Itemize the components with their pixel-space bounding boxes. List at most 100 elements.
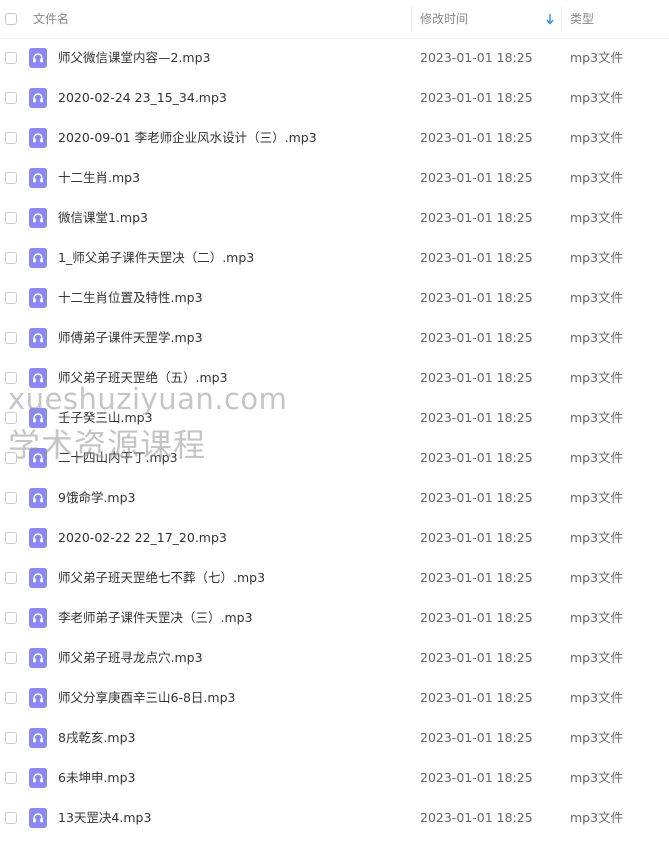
row-checkbox[interactable] <box>5 492 17 504</box>
file-name[interactable]: 2020-09-01 李老师企业风水设计（三）.mp3 <box>58 118 317 158</box>
file-modified-time: 2023-01-01 18:25 <box>420 690 533 705</box>
row-checkbox[interactable] <box>5 612 17 624</box>
file-modified-time: 2023-01-01 18:25 <box>420 610 533 625</box>
column-divider[interactable] <box>561 6 562 32</box>
file-row[interactable]: 师父分享庚酉辛三山6-8日.mp3 2023-01-01 18:25 mp3文件 <box>0 678 669 718</box>
file-name[interactable]: 师父弟子班天罡绝（五）.mp3 <box>58 358 228 398</box>
column-header-filename[interactable]: 文件名 <box>33 0 69 38</box>
file-name[interactable]: 微信课堂1.mp3 <box>58 198 148 238</box>
audio-file-icon <box>29 328 47 348</box>
file-type: mp3文件 <box>570 610 624 625</box>
file-name[interactable]: 十二生肖位置及特性.mp3 <box>58 278 203 318</box>
file-name[interactable]: 师父微信课堂内容—2.mp3 <box>58 38 211 78</box>
file-type: mp3文件 <box>570 770 624 785</box>
file-name[interactable]: 壬子癸三山.mp3 <box>58 398 153 438</box>
file-row[interactable]: 9饿命学.mp3 2023-01-01 18:25 mp3文件 <box>0 478 669 518</box>
file-row[interactable]: 2020-02-24 23_15_34.mp3 2023-01-01 18:25 m… <box>0 78 669 118</box>
audio-file-icon <box>29 128 47 148</box>
row-checkbox[interactable] <box>5 812 17 824</box>
file-name[interactable]: 8戌乾亥.mp3 <box>58 718 136 758</box>
file-modified-time: 2023-01-01 18:25 <box>420 90 533 105</box>
file-row[interactable]: 师傅弟子课件天罡学.mp3 2023-01-01 18:25 mp3文件 <box>0 318 669 358</box>
file-type: mp3文件 <box>570 130 624 145</box>
audio-file-icon <box>29 768 47 788</box>
row-checkbox[interactable] <box>5 452 17 464</box>
file-row[interactable]: 师父弟子班天罡绝（五）.mp3 2023-01-01 18:25 mp3文件 <box>0 358 669 398</box>
file-name[interactable]: 2020-02-24 23_15_34.mp3 <box>58 78 227 118</box>
file-row[interactable]: 师父弟子班天罡绝七不葬（七）.mp3 2023-01-01 18:25 mp3文件 <box>0 558 669 598</box>
file-modified-time: 2023-01-01 18:25 <box>420 450 533 465</box>
file-name[interactable]: 李老师弟子课件天罡决（三）.mp3 <box>58 598 253 638</box>
row-checkbox[interactable] <box>5 172 17 184</box>
file-name[interactable]: 13天罡决4.mp3 <box>58 798 151 838</box>
sort-down-arrow-icon[interactable] <box>546 13 554 25</box>
audio-file-icon <box>29 488 47 508</box>
file-row[interactable]: 师父弟子班寻龙点穴.mp3 2023-01-01 18:25 mp3文件 <box>0 638 669 678</box>
file-row[interactable]: 壬子癸三山.mp3 2023-01-01 18:25 mp3文件 <box>0 398 669 438</box>
file-name[interactable]: 6未坤申.mp3 <box>58 758 136 798</box>
row-checkbox[interactable] <box>5 692 17 704</box>
file-type: mp3文件 <box>570 570 624 585</box>
row-checkbox[interactable] <box>5 132 17 144</box>
row-checkbox[interactable] <box>5 212 17 224</box>
row-checkbox[interactable] <box>5 52 17 64</box>
file-modified-time: 2023-01-01 18:25 <box>420 530 533 545</box>
row-checkbox[interactable] <box>5 252 17 264</box>
file-modified-time: 2023-01-01 18:25 <box>420 130 533 145</box>
file-row[interactable]: 十二生肖.mp3 2023-01-01 18:25 mp3文件 <box>0 158 669 198</box>
file-name[interactable]: 1_师父弟子课件天罡决（二）.mp3 <box>58 238 254 278</box>
file-modified-time: 2023-01-01 18:25 <box>420 650 533 665</box>
select-all-checkbox[interactable] <box>5 13 17 25</box>
row-checkbox[interactable] <box>5 532 17 544</box>
audio-file-icon <box>29 208 47 228</box>
file-modified-time: 2023-01-01 18:25 <box>420 170 533 185</box>
file-name[interactable]: 2020-02-22 22_17_20.mp3 <box>58 518 227 558</box>
file-name[interactable]: 师父分享庚酉辛三山6-8日.mp3 <box>58 678 235 718</box>
file-type: mp3文件 <box>570 730 624 745</box>
file-modified-time: 2023-01-01 18:25 <box>420 250 533 265</box>
row-checkbox[interactable] <box>5 772 17 784</box>
file-row[interactable]: 2020-09-01 李老师企业风水设计（三）.mp3 2023-01-01 18… <box>0 118 669 158</box>
file-row[interactable]: 师父微信课堂内容—2.mp3 2023-01-01 18:25 mp3文件 <box>0 38 669 78</box>
row-checkbox[interactable] <box>5 732 17 744</box>
file-row[interactable]: 6未坤申.mp3 2023-01-01 18:25 mp3文件 <box>0 758 669 798</box>
file-list-header: 文件名 修改时间 类型 <box>0 0 669 39</box>
audio-file-icon <box>29 408 47 428</box>
file-row[interactable]: 二十四山内干丁.mp3 2023-01-01 18:25 mp3文件 <box>0 438 669 478</box>
column-header-modified-time[interactable]: 修改时间 <box>420 0 468 38</box>
file-row[interactable]: 2020-02-22 22_17_20.mp3 2023-01-01 18:25 m… <box>0 518 669 558</box>
file-row[interactable]: 13天罡决4.mp3 2023-01-01 18:25 mp3文件 <box>0 798 669 838</box>
file-type: mp3文件 <box>570 410 624 425</box>
row-checkbox[interactable] <box>5 332 17 344</box>
row-checkbox[interactable] <box>5 372 17 384</box>
file-name[interactable]: 十二生肖.mp3 <box>58 158 140 198</box>
column-header-type[interactable]: 类型 <box>570 0 594 38</box>
file-modified-time: 2023-01-01 18:25 <box>420 490 533 505</box>
file-name[interactable]: 师傅弟子课件天罡学.mp3 <box>58 318 203 358</box>
row-checkbox[interactable] <box>5 92 17 104</box>
file-type: mp3文件 <box>570 250 624 265</box>
audio-file-icon <box>29 248 47 268</box>
file-row[interactable]: 十二生肖位置及特性.mp3 2023-01-01 18:25 mp3文件 <box>0 278 669 318</box>
file-modified-time: 2023-01-01 18:25 <box>420 50 533 65</box>
file-type: mp3文件 <box>570 50 624 65</box>
column-divider[interactable] <box>411 6 412 32</box>
file-type: mp3文件 <box>570 650 624 665</box>
file-row[interactable]: 微信课堂1.mp3 2023-01-01 18:25 mp3文件 <box>0 198 669 238</box>
row-checkbox[interactable] <box>5 412 17 424</box>
file-type: mp3文件 <box>570 330 624 345</box>
file-row[interactable]: 8戌乾亥.mp3 2023-01-01 18:25 mp3文件 <box>0 718 669 758</box>
file-modified-time: 2023-01-01 18:25 <box>420 810 533 825</box>
file-name[interactable]: 二十四山内干丁.mp3 <box>58 438 178 478</box>
file-name[interactable]: 9饿命学.mp3 <box>58 478 136 518</box>
file-type: mp3文件 <box>570 210 624 225</box>
row-checkbox[interactable] <box>5 572 17 584</box>
file-row[interactable]: 1_师父弟子课件天罡决（二）.mp3 2023-01-01 18:25 mp3文件 <box>0 238 669 278</box>
row-checkbox[interactable] <box>5 652 17 664</box>
file-type: mp3文件 <box>570 690 624 705</box>
row-checkbox[interactable] <box>5 292 17 304</box>
file-name[interactable]: 师父弟子班寻龙点穴.mp3 <box>58 638 203 678</box>
file-name[interactable]: 师父弟子班天罡绝七不葬（七）.mp3 <box>58 558 265 598</box>
file-row[interactable]: 李老师弟子课件天罡决（三）.mp3 2023-01-01 18:25 mp3文件 <box>0 598 669 638</box>
audio-file-icon <box>29 608 47 628</box>
